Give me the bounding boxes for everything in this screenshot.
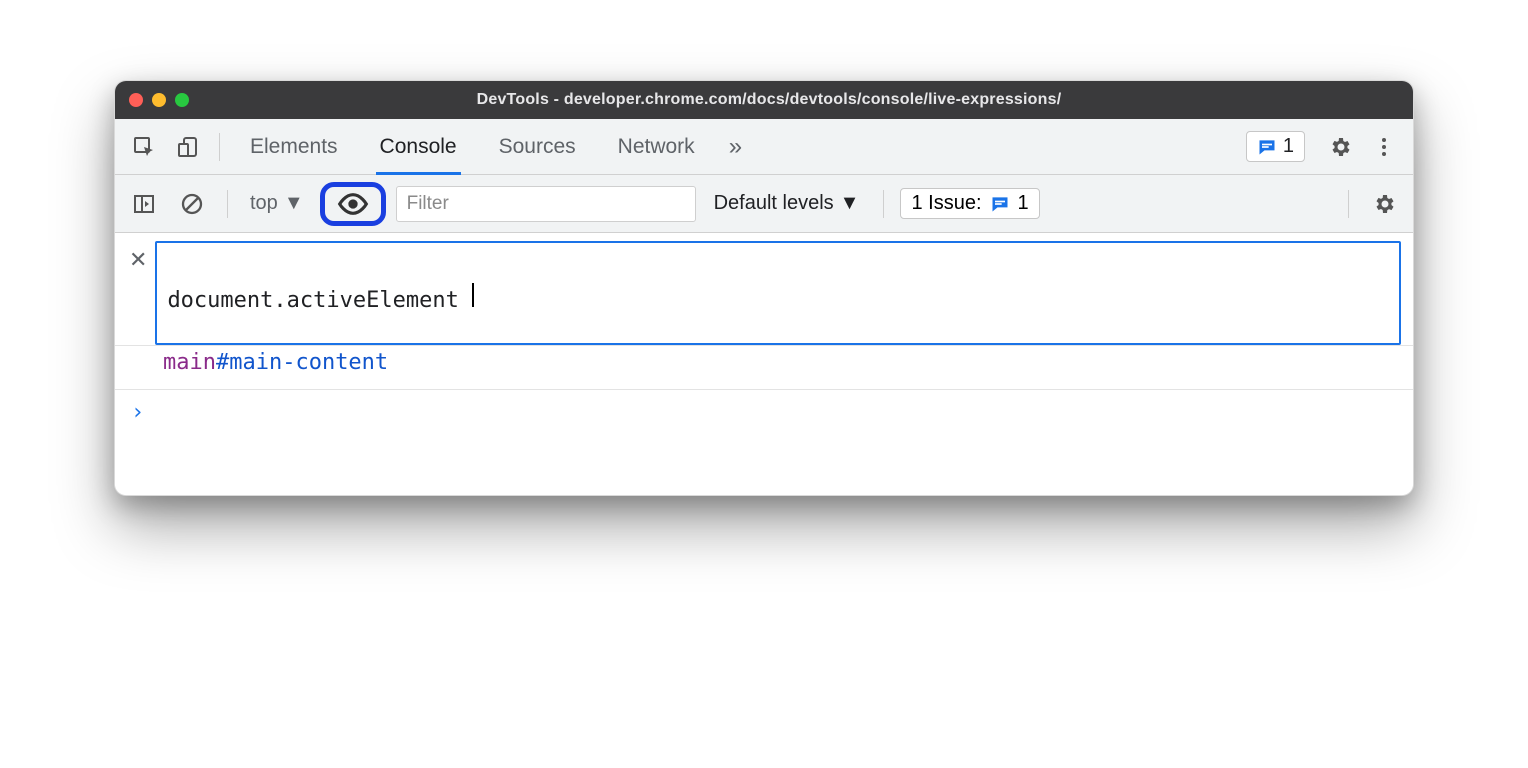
tab-console[interactable]: Console	[362, 119, 475, 175]
levels-label: Default levels	[714, 192, 834, 215]
separator	[227, 190, 228, 218]
console-prompt[interactable]: ›	[115, 389, 1413, 495]
console-settings-icon[interactable]	[1365, 185, 1403, 223]
issues-count: 1	[1018, 192, 1029, 215]
result-tag: main	[163, 350, 216, 375]
live-expression-area: ✕ document.activeElement	[115, 233, 1413, 346]
window-title: DevTools - developer.chrome.com/docs/dev…	[199, 91, 1399, 109]
window-controls	[129, 93, 189, 107]
devtools-window: DevTools - developer.chrome.com/docs/dev…	[114, 80, 1414, 496]
kebab-menu-icon[interactable]	[1365, 128, 1403, 166]
titlebar: DevTools - developer.chrome.com/docs/dev…	[115, 81, 1413, 119]
separator	[1348, 190, 1349, 218]
chevron-down-icon: ▼	[284, 192, 304, 215]
issues-label: 1 Issue:	[911, 192, 981, 215]
text-cursor	[472, 283, 474, 307]
messages-badge[interactable]: 1	[1246, 131, 1305, 162]
clear-console-icon[interactable]	[173, 185, 211, 223]
filter-input[interactable]	[396, 186, 696, 222]
live-expression-result: main#main-content	[115, 346, 1413, 389]
log-levels-selector[interactable]: Default levels ▼	[706, 192, 868, 215]
close-window-button[interactable]	[129, 93, 143, 107]
maximize-window-button[interactable]	[175, 93, 189, 107]
tab-network[interactable]: Network	[600, 119, 713, 175]
message-icon	[990, 194, 1010, 214]
tab-sources[interactable]: Sources	[481, 119, 594, 175]
console-toolbar: top ▼ Default levels ▼ 1 Issue: 1	[115, 175, 1413, 233]
main-tabs-row: Elements Console Sources Network » 1	[115, 119, 1413, 175]
eye-icon	[337, 191, 369, 217]
context-label: top	[250, 192, 278, 215]
minimize-window-button[interactable]	[152, 93, 166, 107]
live-expression-text: document.activeElement	[167, 288, 458, 313]
inspect-element-icon[interactable]	[125, 128, 163, 166]
remove-live-expression-button[interactable]: ✕	[127, 241, 155, 273]
create-live-expression-button[interactable]	[320, 182, 386, 226]
issues-badge[interactable]: 1 Issue: 1	[900, 188, 1039, 219]
live-expression-input[interactable]: document.activeElement	[155, 241, 1401, 345]
tab-elements[interactable]: Elements	[232, 119, 356, 175]
toggle-console-sidebar-icon[interactable]	[125, 185, 163, 223]
device-toolbar-icon[interactable]	[169, 128, 207, 166]
prompt-chevron-icon: ›	[131, 400, 144, 425]
more-tabs-icon[interactable]: »	[719, 133, 752, 161]
message-icon	[1257, 137, 1277, 157]
settings-icon[interactable]	[1321, 128, 1359, 166]
messages-count: 1	[1283, 135, 1294, 158]
result-id: #main-content	[216, 350, 388, 375]
chevron-down-icon: ▼	[840, 192, 860, 215]
execution-context-selector[interactable]: top ▼	[244, 190, 310, 217]
separator	[883, 190, 884, 218]
separator	[219, 133, 220, 161]
